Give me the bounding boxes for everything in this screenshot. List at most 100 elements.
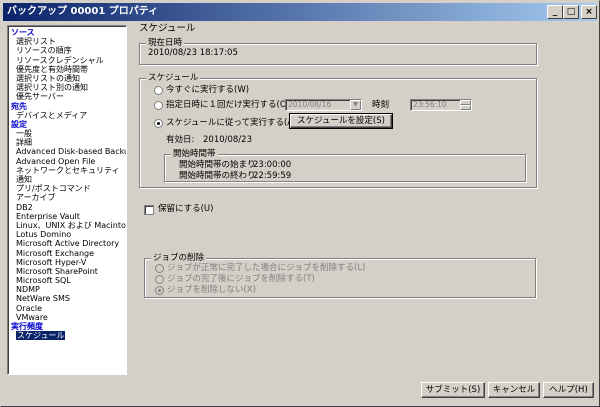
sidebar-item[interactable]: DB2: [11, 203, 126, 212]
sidebar-item[interactable]: プリ/ポストコマンド: [11, 184, 126, 193]
do-not-delete-radio[interactable]: [155, 286, 164, 295]
sidebar-item-label: アーカイブ: [16, 193, 56, 203]
sidebar-item-label: 選択リスト: [16, 37, 56, 47]
spin-down-icon[interactable]: [460, 105, 471, 110]
do-not-delete-label[interactable]: ジョブを削除しない(X): [167, 285, 256, 296]
job-delete-group: ジョブの削除 ジョブが正常に完了した場合にジョブを削除する(L) ジョブの完了後…: [144, 253, 536, 298]
sidebar-item[interactable]: Oracle: [11, 304, 126, 313]
sidebar-item[interactable]: 詳細: [11, 138, 126, 147]
sidebar-item-label: リソースクレデンシャル: [16, 55, 104, 65]
minimize-button[interactable]: _: [547, 5, 563, 19]
cancel-button[interactable]: キャンセル: [488, 382, 540, 398]
start-window-legend: 開始時間帯: [171, 149, 218, 160]
run-on-schedule-radio[interactable]: [154, 119, 163, 128]
sidebar-item[interactable]: VMware: [11, 313, 126, 322]
sidebar-item[interactable]: 一般: [11, 129, 126, 138]
sidebar-item-label: Advanced Disk-based Backup: [16, 147, 127, 157]
delete-after-complete-label[interactable]: ジョブの完了後にジョブを削除する(T): [167, 274, 315, 285]
sidebar-item-label: 詳細: [16, 138, 32, 148]
submit-button[interactable]: サブミット(S): [421, 382, 485, 398]
sidebar-category[interactable]: 実行頻度: [11, 322, 126, 331]
title-bar[interactable]: バックアップ 00001 プロパティ: [3, 3, 597, 21]
start-window-group: 開始時間帯 開始時間帯の始まり 23:00:00 開始時間帯の終わり 22:59…: [164, 149, 526, 182]
delete-after-complete-radio[interactable]: [155, 275, 164, 284]
once-time-field[interactable]: 23:56:10: [410, 99, 472, 111]
run-once-radio[interactable]: [154, 101, 163, 110]
sidebar-item[interactable]: 通知: [11, 175, 126, 184]
sidebar-item-label: Enterprise Vault: [16, 211, 80, 221]
properties-dialog: バックアップ 00001 プロパティ _ □ × ソース 選択リスト リソースの順序…: [0, 0, 600, 407]
maximize-button[interactable]: □: [563, 5, 579, 19]
sidebar-item-label: スケジュール: [16, 331, 66, 341]
sidebar-item[interactable]: NDMP: [11, 285, 126, 294]
effective-date-value: 2010/08/23: [203, 135, 252, 145]
sidebar-item[interactable]: ネットワークとセキュリティ: [11, 166, 126, 175]
sidebar-item[interactable]: 選択リスト: [11, 37, 126, 46]
sidebar-tree[interactable]: ソース 選択リスト リソースの順序 リソースクレデンシャル 優先度と有効時間帯 選択リスト…: [7, 25, 127, 375]
effective-date-label: 有効日:: [166, 135, 195, 145]
sidebar-item[interactable]: リソースクレデンシャル: [11, 56, 126, 65]
run-now-label[interactable]: 今すぐに実行する(W): [166, 85, 249, 96]
sidebar-item-label: Microsoft Active Directory: [16, 239, 120, 249]
sidebar-item-label: リソースの順序: [16, 46, 72, 56]
sidebar-item-label: Microsoft Exchange: [16, 248, 95, 258]
schedule-legend: スケジュール: [146, 73, 201, 84]
sidebar-category[interactable]: 宛先: [11, 102, 126, 111]
sidebar-item-label: 宛先: [11, 101, 27, 111]
help-button[interactable]: ヘルプ(H): [543, 382, 594, 398]
sidebar-item[interactable]: NetWare SMS: [11, 294, 126, 303]
sidebar-item-label: Oracle: [16, 303, 43, 313]
delete-on-success-radio[interactable]: [155, 264, 164, 273]
set-schedule-button[interactable]: スケジュールを設定(S): [289, 113, 393, 129]
sidebar-item[interactable]: Enterprise Vault: [11, 212, 126, 221]
sidebar-item[interactable]: Lotus Domino: [11, 230, 126, 239]
sidebar-category[interactable]: ソース: [11, 28, 126, 37]
sidebar-item[interactable]: 選択リストの通知: [11, 74, 126, 83]
once-date-field[interactable]: 2010/08/16 ▼: [285, 99, 362, 111]
sidebar-item[interactable]: Linux、UNIX および Macintosh: [11, 221, 126, 230]
sidebar-item-label: Lotus Domino: [16, 230, 72, 240]
sidebar-item[interactable]: アーカイブ: [11, 193, 126, 202]
page-title: スケジュール: [139, 23, 196, 34]
sidebar-item-label: 一般: [16, 129, 32, 139]
sidebar-item[interactable]: スケジュール: [11, 331, 126, 341]
sidebar-item-label: 優先サーバー: [16, 92, 64, 102]
schedule-group: スケジュール 今すぐに実行する(W) 指定日時に１回だけ実行する(O) 2010…: [139, 73, 537, 188]
maximize-icon: □: [566, 7, 576, 17]
hold-label[interactable]: 保留にする(U): [158, 204, 213, 215]
sidebar-item[interactable]: Microsoft SharePoint: [11, 267, 126, 276]
sidebar-item-label: Microsoft SharePoint: [16, 266, 98, 276]
sidebar-item[interactable]: デバイスとメディア: [11, 111, 126, 120]
run-once-label[interactable]: 指定日時に１回だけ実行する(O): [166, 100, 290, 111]
sidebar-category[interactable]: 設定: [11, 120, 126, 129]
window-start-label: 開始時間帯の始まり: [179, 160, 256, 170]
current-datetime-group: 現在日時 2010/08/23 18:17:05: [139, 38, 537, 65]
run-on-schedule-label[interactable]: スケジュールに従って実行する(A): [166, 118, 296, 129]
sidebar-item-label: DB2: [16, 202, 33, 212]
sidebar-item-label: ネットワークとセキュリティ: [16, 165, 120, 175]
close-button[interactable]: ×: [581, 5, 597, 19]
sidebar-item-label: Advanced Open File: [16, 156, 96, 166]
sidebar-item[interactable]: Advanced Open File: [11, 157, 126, 166]
sidebar-item-label: 選択リスト別の通知: [16, 83, 88, 93]
sidebar-item[interactable]: リソースの順序: [11, 46, 126, 55]
sidebar-item-label: プリ/ポストコマンド: [16, 184, 91, 194]
sidebar-item[interactable]: 選択リスト別の通知: [11, 83, 126, 92]
hold-checkbox[interactable]: [144, 205, 154, 215]
sidebar-item[interactable]: Microsoft Exchange: [11, 249, 126, 258]
run-now-radio[interactable]: [154, 86, 163, 95]
current-datetime-value: 2010/08/23 18:17:05: [148, 48, 238, 58]
time-label: 時刻: [372, 100, 390, 110]
once-date-value: 2010/08/16: [288, 100, 332, 109]
sidebar-item[interactable]: 優先サーバー: [11, 92, 126, 101]
sidebar-item-label: デバイスとメディア: [16, 110, 88, 120]
sidebar-item[interactable]: Microsoft SQL: [11, 276, 126, 285]
sidebar-item-label: 実行頻度: [11, 322, 43, 331]
sidebar-item-label: 優先度と有効時間帯: [16, 64, 88, 74]
sidebar-item[interactable]: Microsoft Active Directory: [11, 239, 126, 248]
sidebar-item[interactable]: 優先度と有効時間帯: [11, 65, 126, 74]
dropdown-arrow-icon[interactable]: ▼: [350, 100, 361, 110]
sidebar-item[interactable]: Advanced Disk-based Backup: [11, 147, 126, 156]
delete-on-success-label[interactable]: ジョブが正常に完了した場合にジョブを削除する(L): [167, 263, 365, 274]
sidebar-item[interactable]: Microsoft Hyper-V: [11, 258, 126, 267]
